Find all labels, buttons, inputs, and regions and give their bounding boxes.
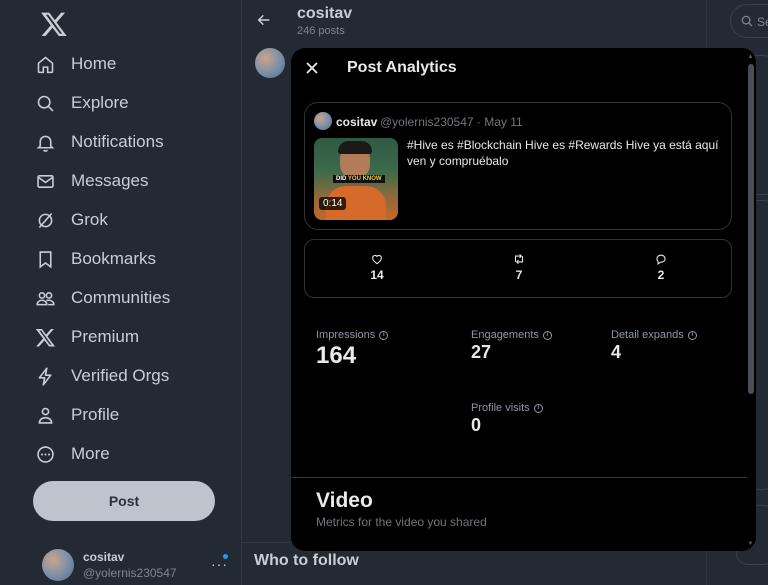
lightning-icon — [33, 364, 57, 388]
post-analytics-dialog: Post Analytics ▲ ▼ cositav @yolernis2305… — [291, 48, 756, 551]
more-circle-icon — [33, 442, 57, 466]
engagement-summary: 14 7 2 — [304, 239, 732, 298]
divider — [241, 0, 242, 585]
info-icon[interactable]: i — [687, 330, 697, 340]
likes-count: 14 — [370, 268, 384, 282]
nav-bookmarks[interactable]: Bookmarks — [33, 239, 156, 279]
nav-communities-label: Communities — [71, 288, 171, 307]
profile-visits-metric: Profile visits i 0 — [471, 402, 543, 436]
reply-icon — [656, 254, 666, 266]
scroll-up-arrow-icon[interactable]: ▲ — [747, 54, 754, 60]
engagements-value: 27 — [471, 342, 492, 362]
nav-verified-orgs-label: Verified Orgs — [71, 366, 170, 385]
nav-explore-label: Explore — [71, 93, 129, 112]
grok-icon — [33, 208, 57, 232]
engagements-metric: Engagements i 27 — [471, 329, 552, 363]
avatar — [314, 112, 332, 130]
profile-header: cositav 246 posts — [242, 0, 706, 48]
detail-expands-value: 4 — [611, 342, 622, 362]
info-icon[interactable]: i — [533, 403, 543, 413]
people-icon — [33, 286, 57, 310]
nav-messages-label: Messages — [71, 171, 149, 190]
person-icon — [33, 403, 57, 427]
likes-stat: 14 — [357, 252, 397, 282]
bookmark-icon — [33, 247, 57, 271]
who-to-follow-heading: Who to follow — [254, 552, 359, 569]
bell-icon — [33, 130, 57, 154]
video-duration: 0:14 — [319, 197, 347, 210]
posts-count: 246 posts — [297, 25, 345, 37]
profile-visits-label: Profile visits — [471, 402, 530, 414]
nav-more-label: More — [71, 444, 110, 463]
thumbnail-caption: DID YOU KNOW — [333, 175, 385, 183]
nav-home[interactable]: Home — [33, 44, 116, 84]
search-placeholder: Se — [757, 15, 768, 29]
nav-home-label: Home — [71, 54, 117, 73]
engagements-label: Engagements — [471, 329, 539, 341]
post-button[interactable]: Post — [33, 481, 215, 521]
nav-notifications-label: Notifications — [71, 132, 164, 151]
detail-expands-metric: Detail expands i 4 — [611, 329, 697, 363]
info-icon[interactable]: i — [542, 330, 552, 340]
scrollbar[interactable]: ▲ ▼ — [746, 54, 755, 547]
more-dots-icon[interactable]: ··· — [211, 556, 228, 572]
close-icon[interactable] — [302, 58, 322, 78]
detail-expands-label: Detail expands — [611, 329, 684, 341]
scroll-thumb[interactable] — [748, 64, 754, 394]
avatar — [42, 549, 74, 581]
nav-profile[interactable]: Profile — [33, 395, 119, 435]
info-icon[interactable]: i — [379, 330, 389, 340]
envelope-icon — [33, 169, 57, 193]
nav-grok-label: Grok — [71, 210, 108, 229]
search-icon — [741, 15, 753, 27]
x-logo-icon — [33, 325, 57, 349]
reposts-stat: 7 — [499, 252, 539, 282]
scroll-down-arrow-icon[interactable]: ▼ — [747, 541, 754, 547]
nav-premium[interactable]: Premium — [33, 317, 139, 357]
nav-verified-orgs[interactable]: Verified Orgs — [33, 356, 169, 396]
nav-bookmarks-label: Bookmarks — [71, 249, 157, 268]
search-input[interactable]: Se — [730, 4, 768, 38]
page-title: cositav — [297, 5, 353, 22]
x-logo-icon[interactable] — [40, 10, 68, 38]
home-icon — [33, 52, 57, 76]
reposts-count: 7 — [515, 268, 523, 282]
replies-stat: 2 — [641, 252, 681, 282]
impressions-value: 164 — [316, 342, 357, 369]
nav-premium-label: Premium — [71, 327, 140, 346]
thumbnail-hair — [338, 141, 372, 154]
account-handle: @yolernis230547 — [83, 566, 177, 580]
search-icon — [33, 91, 57, 115]
profile-visits-value: 0 — [471, 415, 482, 435]
tweet-text: #Hive es #Blockchain Hive es #Rewards Hi… — [407, 138, 719, 168]
nav-notifications[interactable]: Notifications — [33, 122, 164, 162]
account-switcher[interactable]: cositav @yolernis230547 ··· — [42, 548, 232, 582]
sidebar: Home Explore Notifications Messages Grok… — [0, 0, 241, 585]
impressions-label: Impressions — [316, 329, 376, 341]
video-thumbnail[interactable]: DID YOU KNOW 0:14 — [314, 138, 398, 220]
impressions-metric: Impressions i 164 — [316, 329, 389, 370]
video-section-subtitle: Metrics for the video you shared — [316, 515, 487, 529]
nav-grok[interactable]: Grok — [33, 200, 108, 240]
tweet-author-name: cositav — [336, 115, 378, 129]
nav-profile-label: Profile — [71, 405, 120, 424]
heart-icon — [372, 254, 382, 265]
account-name: cositav — [83, 550, 125, 564]
nav-explore[interactable]: Explore — [33, 83, 129, 123]
nav-messages[interactable]: Messages — [33, 161, 148, 201]
video-section-title: Video — [316, 489, 373, 512]
nav-more[interactable]: More — [33, 434, 110, 474]
nav-communities[interactable]: Communities — [33, 278, 170, 318]
tweet-handle-date: @yolernis230547 · May 11 — [380, 115, 523, 129]
divider — [291, 477, 747, 478]
back-arrow-icon[interactable] — [256, 12, 272, 28]
repost-icon — [514, 253, 524, 265]
replies-count: 2 — [657, 268, 665, 282]
tweet-preview-card[interactable]: cositav @yolernis230547 · May 11 DID YOU… — [304, 102, 732, 230]
avatar[interactable] — [255, 48, 285, 78]
dialog-title: Post Analytics — [347, 59, 457, 76]
